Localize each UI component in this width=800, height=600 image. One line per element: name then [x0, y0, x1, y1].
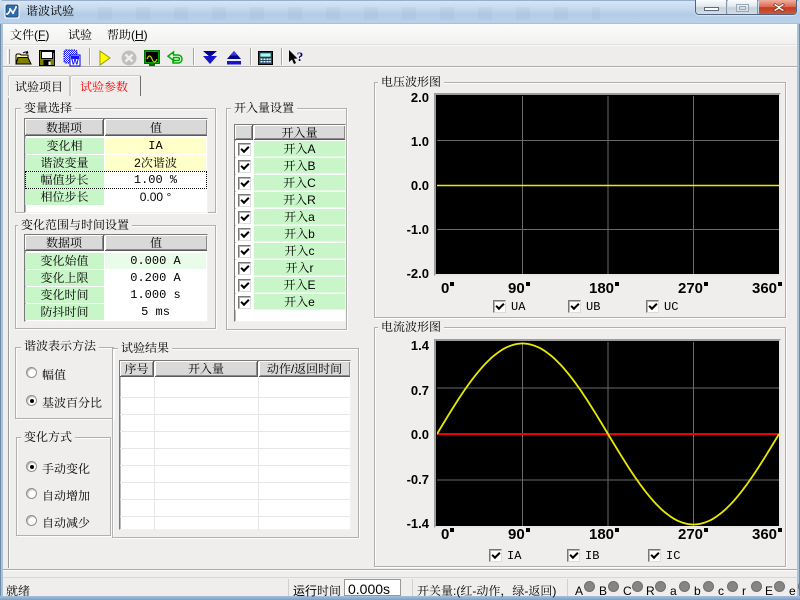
svg-text:W: W: [71, 58, 79, 67]
svg-text:?: ?: [297, 49, 304, 64]
